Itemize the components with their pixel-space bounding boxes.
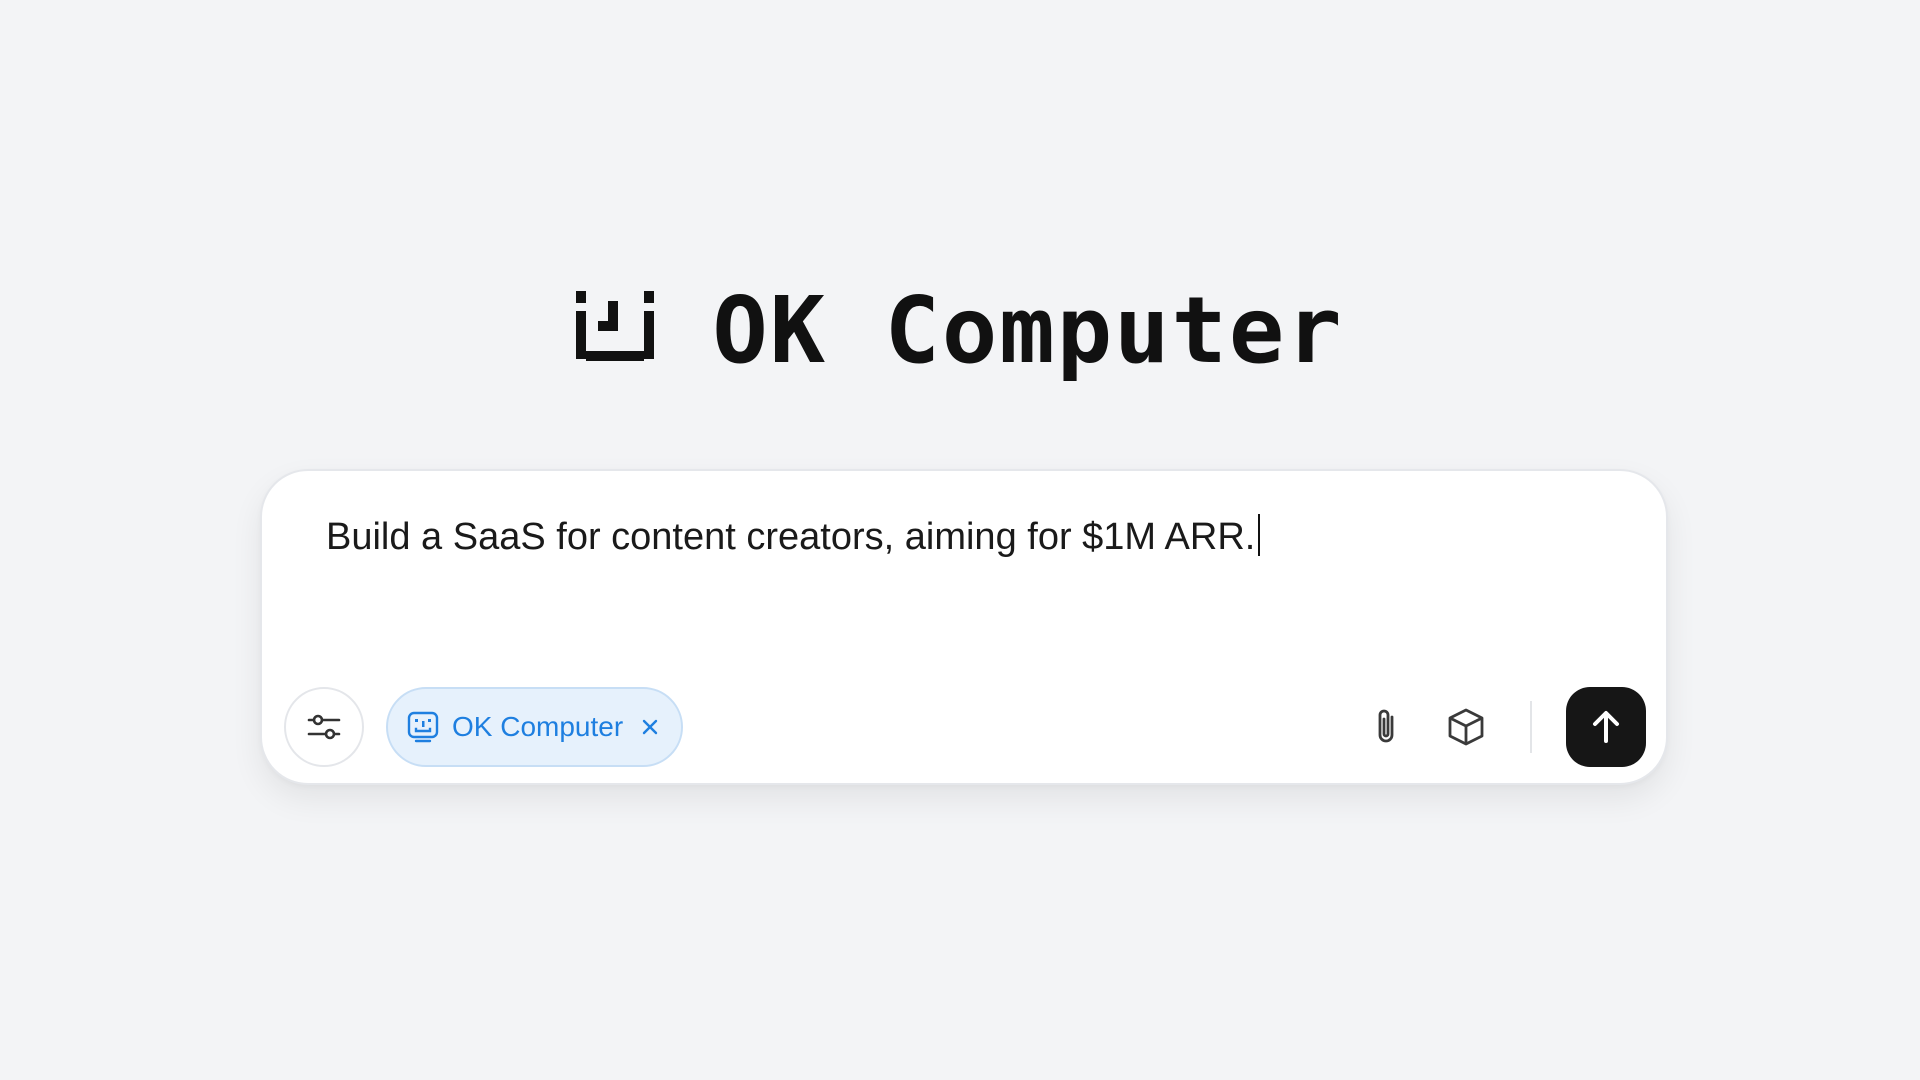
ok-computer-face-icon xyxy=(407,711,439,743)
prompt-composer: Build a SaaS for content creators, aimin… xyxy=(260,469,1668,785)
model-box-button[interactable] xyxy=(1438,699,1494,755)
toolbar-divider xyxy=(1530,701,1532,753)
cube-icon xyxy=(1448,708,1484,746)
prompt-input[interactable]: Build a SaaS for content creators, aimin… xyxy=(326,511,1602,563)
hero: OK Computer xyxy=(0,283,1920,379)
page-title: OK Computer xyxy=(712,277,1344,384)
chip-label: OK Computer xyxy=(452,711,624,742)
prompt-input-text: Build a SaaS for content creators, aimin… xyxy=(326,516,1256,558)
paperclip-icon xyxy=(1378,709,1394,743)
settings-button[interactable] xyxy=(284,687,364,767)
close-icon xyxy=(642,719,658,735)
text-caret xyxy=(1258,514,1261,556)
arrow-up-icon xyxy=(1593,711,1619,743)
composer-toolbar: OK Computer xyxy=(284,687,1646,767)
ok-computer-mode-chip[interactable]: OK Computer xyxy=(386,687,684,767)
send-button[interactable] xyxy=(1566,687,1646,767)
sliders-icon xyxy=(307,714,341,740)
pixel-smiley-icon xyxy=(576,291,655,361)
page: OK Computer Build a SaaS for content cre… xyxy=(0,0,1920,1080)
chip-remove-button[interactable] xyxy=(641,718,659,736)
attach-file-button[interactable] xyxy=(1358,699,1414,755)
